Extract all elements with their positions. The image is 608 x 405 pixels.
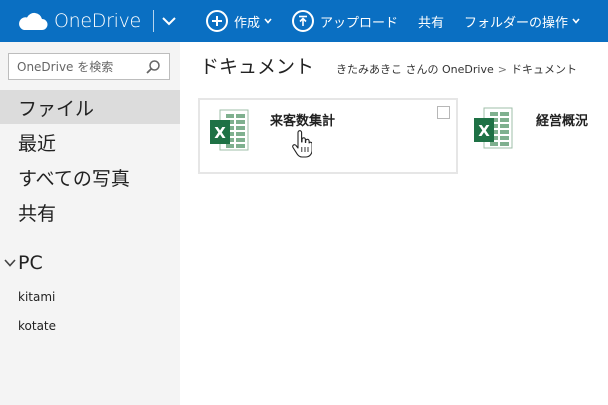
breadcrumb: ドキュメント きたみあきこ さんの OneDrive > ドキュメント — [200, 52, 577, 79]
share-button[interactable]: 共有 — [408, 0, 454, 42]
hand-cursor-icon — [292, 130, 312, 158]
search-icon[interactable] — [145, 59, 161, 75]
chevron-down-icon — [4, 259, 16, 267]
cloud-icon — [19, 12, 48, 30]
upload-circle-icon — [291, 10, 314, 32]
search-box[interactable] — [8, 53, 170, 80]
file-tile[interactable]: X 経営概況 — [470, 98, 608, 174]
sidebar-item-photos[interactable]: すべての写真 — [0, 160, 180, 194]
breadcrumb-separator: > — [497, 63, 507, 76]
breadcrumb-root-link[interactable]: きたみあきこ さんの OneDrive — [336, 61, 494, 77]
create-button[interactable]: 作成 — [196, 0, 282, 42]
file-select-checkbox[interactable] — [437, 106, 450, 119]
share-label: 共有 — [417, 15, 444, 31]
file-tile[interactable]: X 来客数集計 — [198, 98, 458, 174]
folder-actions-label: フォルダーの操作 — [464, 15, 569, 31]
pc-section-toggle[interactable]: PC — [4, 252, 43, 274]
sidebar-item-label: すべての写真 — [18, 167, 130, 190]
sidebar-item-label: 最近 — [18, 132, 57, 155]
brand[interactable]: OneDrive — [0, 0, 141, 42]
top-bar: OneDrive 作成 アップロード 共有 フォルダーの操作 — [0, 0, 608, 42]
chevron-down-icon[interactable] — [162, 16, 176, 26]
brand-divider — [152, 10, 154, 32]
brand-name: OneDrive — [54, 10, 141, 32]
breadcrumb-current: ドキュメント — [510, 63, 577, 76]
sidebar-item-label: ファイル — [18, 97, 95, 120]
pc-item-kotate[interactable]: kotate — [18, 319, 56, 333]
sidebar-item-label: 共有 — [18, 202, 57, 225]
svg-text:X: X — [214, 124, 226, 142]
sidebar-item-recent[interactable]: 最近 — [0, 125, 180, 159]
folder-actions-button[interactable]: フォルダーの操作 — [454, 0, 590, 42]
create-label: 作成 — [233, 15, 260, 31]
excel-icon: X — [474, 107, 513, 149]
excel-icon: X — [210, 109, 249, 151]
left-nav: ファイル 最近 すべての写真 共有 PC kitami kotate — [0, 42, 180, 405]
page-title: ドキュメント — [200, 56, 315, 78]
file-name[interactable]: 来客数集計 — [270, 110, 335, 129]
pc-item-kitami[interactable]: kitami — [18, 290, 55, 304]
caret-down-icon — [572, 18, 580, 24]
upload-label: アップロード — [319, 15, 398, 31]
pc-section-label: PC — [18, 252, 43, 274]
upload-button[interactable]: アップロード — [282, 0, 408, 42]
sidebar-item-shared[interactable]: 共有 — [0, 195, 180, 229]
caret-down-icon — [264, 18, 272, 24]
sidebar-item-files[interactable]: ファイル — [0, 90, 180, 124]
file-name[interactable]: 経営概況 — [536, 110, 588, 129]
plus-circle-icon — [205, 10, 228, 32]
search-input[interactable] — [17, 59, 143, 74]
svg-text:X: X — [478, 122, 490, 140]
